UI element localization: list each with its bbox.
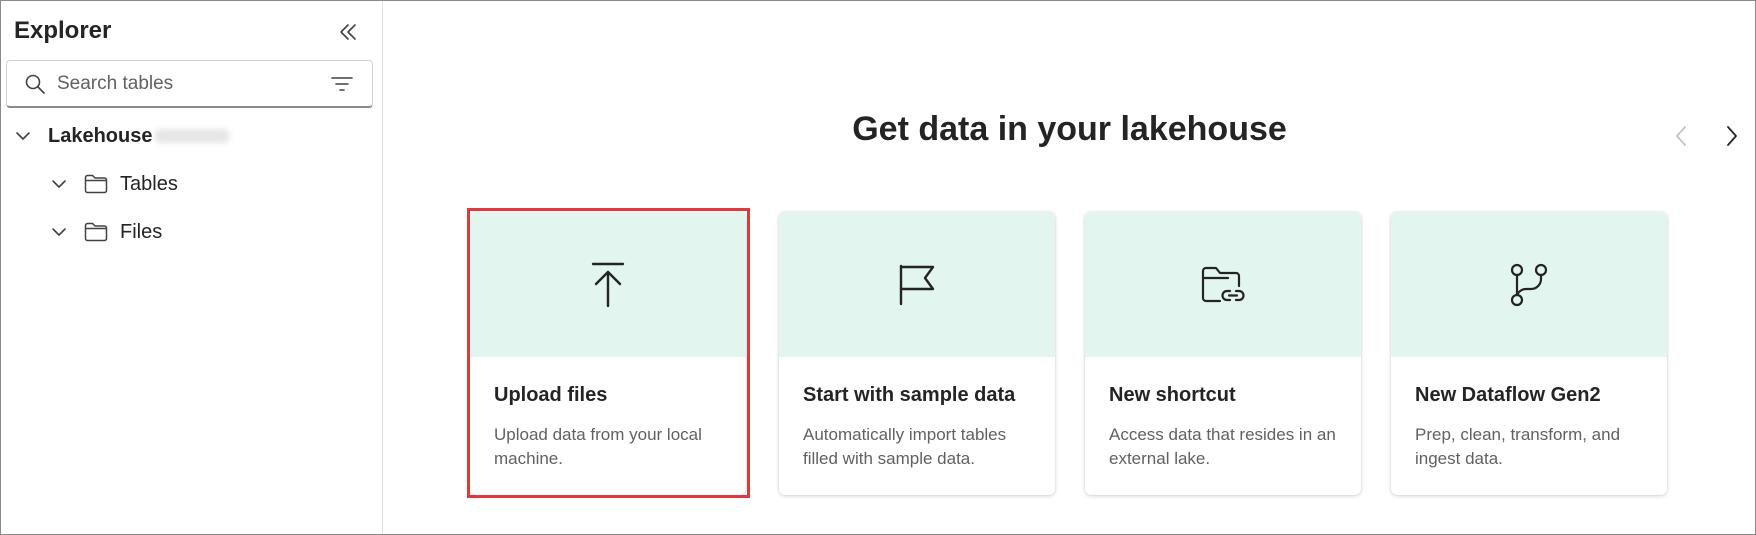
card-title: New shortcut [1109, 384, 1236, 406]
flag-icon [899, 264, 935, 305]
tree-item-files-label: Files [120, 220, 163, 243]
card-description: Access data that resides in an external … [1109, 425, 1336, 468]
card-title: Start with sample data [803, 384, 1016, 406]
tree-item-files[interactable]: Files [49, 217, 162, 247]
chevron-right-icon [1727, 126, 1737, 146]
page-title: Get data in your lakehouse [852, 110, 1287, 148]
folder-link-icon [1201, 266, 1245, 302]
card-banner [1085, 212, 1361, 357]
redacted-lakehouse-name [154, 129, 231, 143]
tree-item-tables-label: Tables [120, 172, 178, 195]
carousel-prev-button[interactable] [1669, 124, 1693, 148]
filter-icon[interactable] [331, 74, 353, 94]
explorer-title: Explorer [14, 17, 112, 44]
branch-icon [1510, 263, 1548, 306]
card-description: Automatically import tables filled with … [803, 425, 1007, 468]
chevron-down-icon[interactable] [13, 126, 33, 146]
card-banner [470, 212, 746, 357]
card-new-shortcut[interactable]: New shortcut Access data that resides in… [1085, 212, 1361, 495]
lakehouse-label: Lakehouse [48, 124, 153, 147]
card-description: Upload data from your local machine. [494, 425, 702, 468]
search-input[interactable] [57, 69, 317, 99]
chevron-left-icon [1676, 126, 1686, 146]
card-banner [1391, 212, 1667, 357]
card-new-dataflow[interactable]: New Dataflow Gen2 Prep, clean, transform… [1391, 212, 1667, 495]
collapse-pane-button[interactable] [335, 19, 361, 45]
folder-icon [84, 222, 108, 242]
chevron-down-icon[interactable] [49, 222, 69, 242]
card-description: Prep, clean, transform, and ingest data. [1415, 425, 1621, 468]
double-chevron-left-icon [340, 24, 356, 40]
card-upload-files[interactable]: Upload files Upload data from your local… [470, 212, 746, 495]
tree-item-tables[interactable]: Tables [49, 169, 178, 199]
folder-icon [84, 174, 108, 194]
card-sample-data[interactable]: Start with sample data Automatically imp… [779, 212, 1055, 495]
upload-icon [591, 262, 625, 307]
card-banner [779, 212, 1055, 357]
tree-item-lakehouse[interactable]: Lakehouse [13, 121, 231, 151]
search-box[interactable] [6, 60, 373, 108]
chevron-down-icon[interactable] [49, 174, 69, 194]
explorer-pane: Explorer Lakehouse Tables [1, 1, 383, 534]
carousel-next-button[interactable] [1720, 124, 1744, 148]
search-icon [25, 74, 45, 94]
card-title: Upload files [494, 384, 608, 406]
card-title: New Dataflow Gen2 [1415, 384, 1601, 406]
